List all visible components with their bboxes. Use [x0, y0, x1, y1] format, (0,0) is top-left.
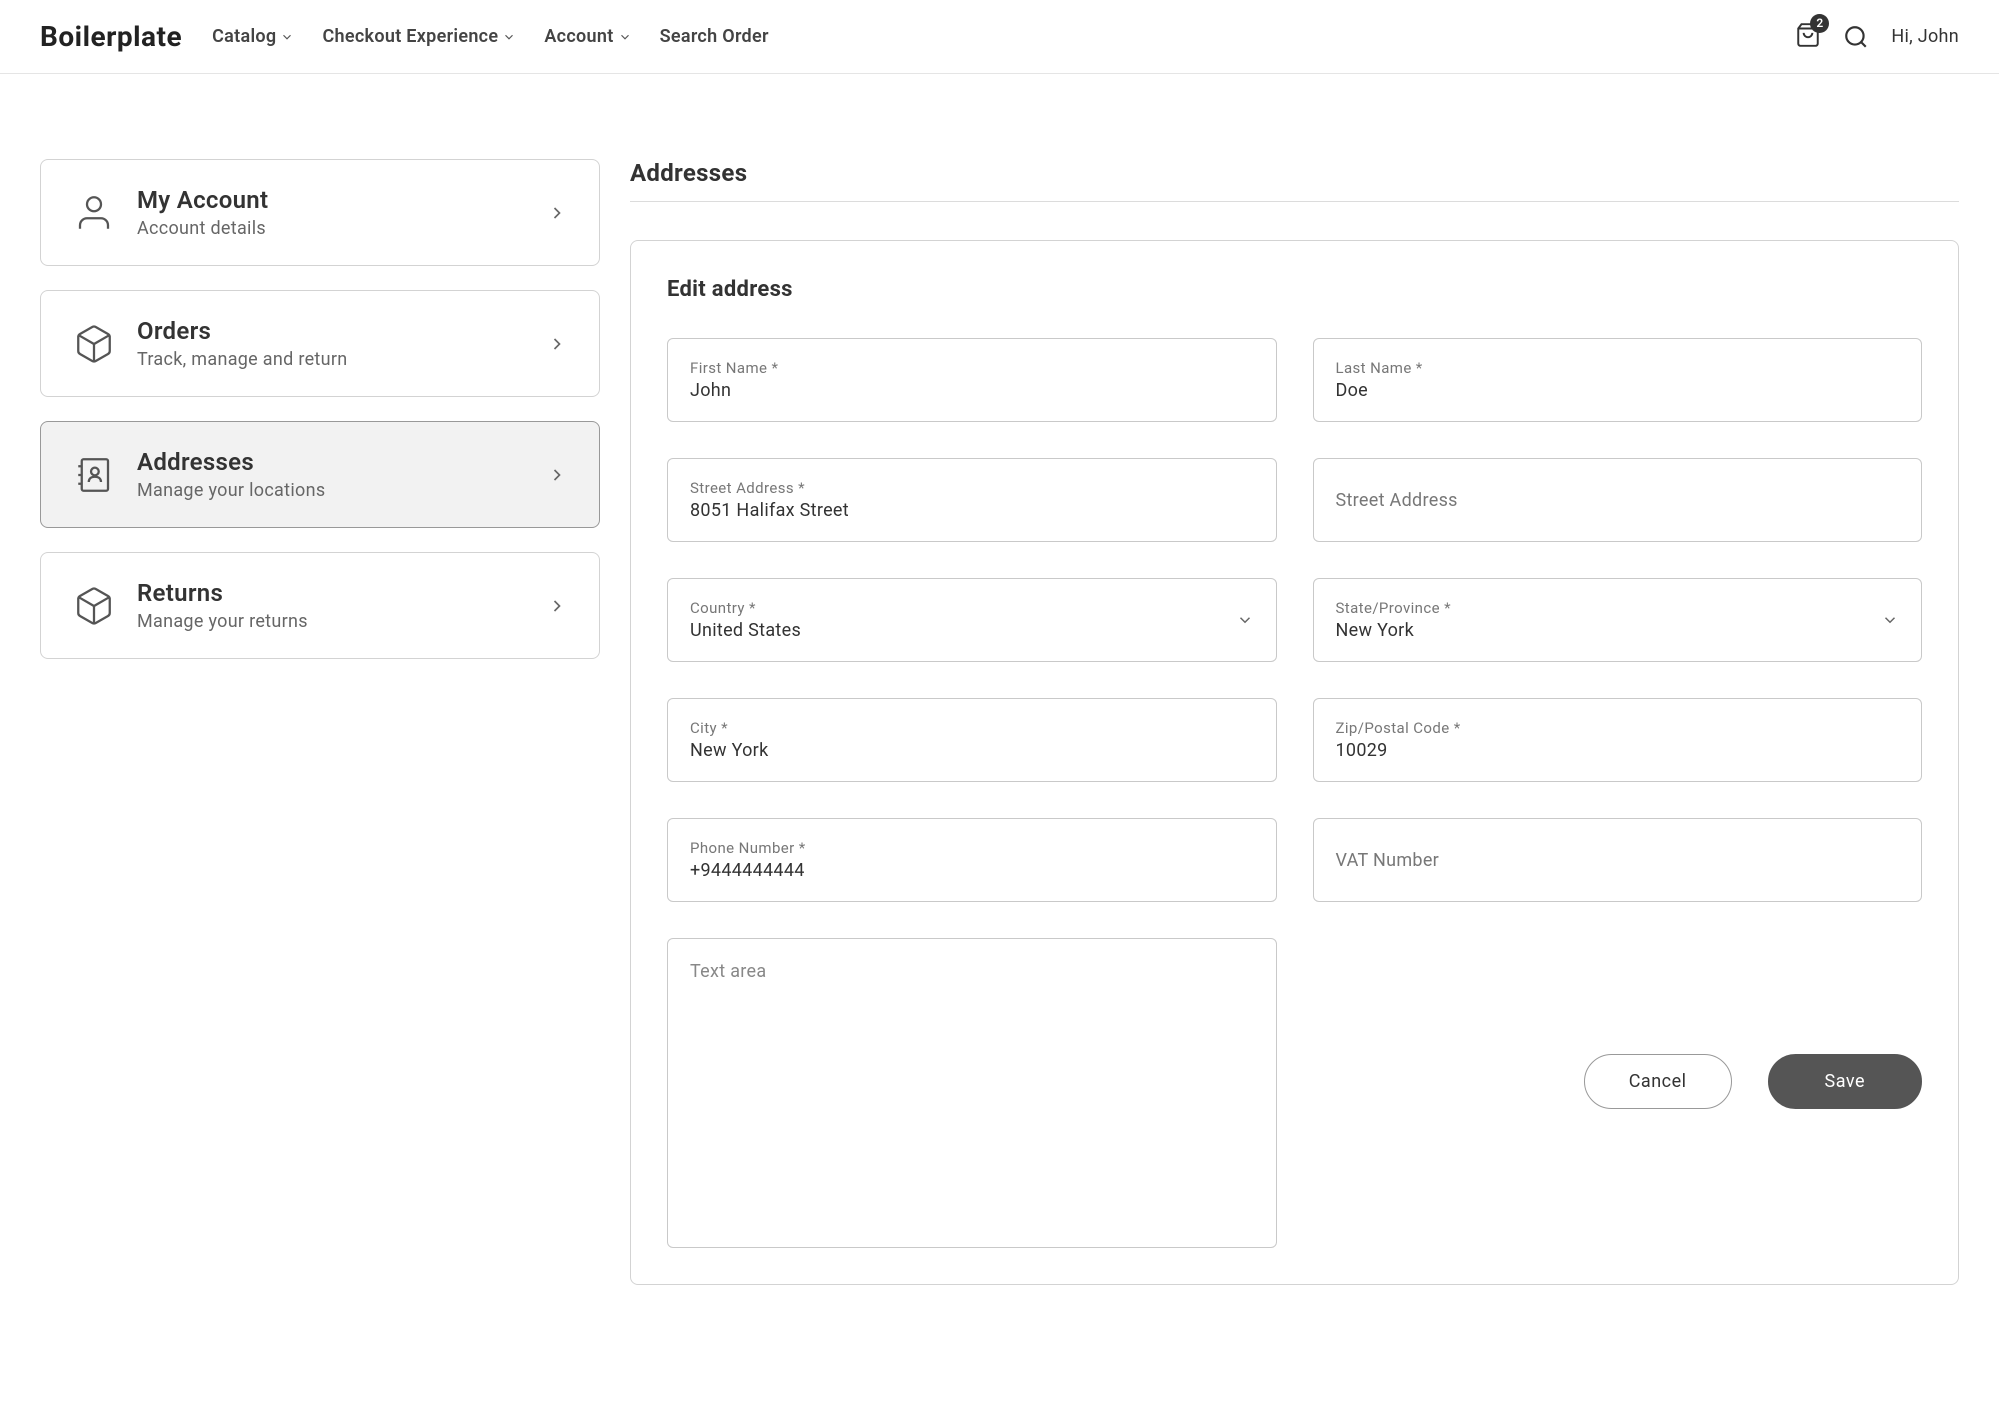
user-icon — [73, 192, 115, 234]
chevron-down-icon — [1881, 611, 1899, 629]
header: Boilerplate Catalog Checkout Experience … — [0, 0, 1999, 74]
page-title: Addresses — [630, 159, 1959, 202]
vat-placeholder: VAT Number — [1336, 850, 1900, 871]
chevron-down-icon — [618, 30, 632, 44]
zip-input[interactable] — [1336, 740, 1900, 761]
sidebar-text: Returns Manage your returns — [137, 579, 525, 632]
country-select[interactable]: Country * United States — [667, 578, 1277, 662]
phone-label: Phone Number * — [690, 839, 1254, 857]
sidebar-item-orders[interactable]: Orders Track, manage and return — [40, 290, 600, 397]
nav-catalog[interactable]: Catalog — [212, 26, 294, 47]
first-name-field[interactable]: First Name * — [667, 338, 1277, 422]
sidebar-item-title: My Account — [137, 186, 525, 214]
cart-badge: 2 — [1810, 14, 1829, 33]
sidebar-text: Orders Track, manage and return — [137, 317, 525, 370]
box-icon — [73, 323, 115, 365]
sidebar-item-addresses[interactable]: Addresses Manage your locations — [40, 421, 600, 528]
nav-account[interactable]: Account — [544, 26, 631, 47]
street-address-1-label: Street Address * — [690, 479, 1254, 497]
nav-checkout-experience[interactable]: Checkout Experience — [322, 26, 516, 47]
state-value: New York — [1336, 620, 1882, 641]
search-icon[interactable] — [1843, 24, 1869, 50]
nav-checkout-label: Checkout Experience — [322, 26, 498, 47]
vat-field[interactable]: VAT Number — [1313, 818, 1923, 902]
sidebar-item-title: Orders — [137, 317, 525, 345]
box-icon — [73, 585, 115, 627]
sidebar-item-subtitle: Account details — [137, 218, 525, 239]
main-nav: Catalog Checkout Experience Account Sear… — [212, 26, 1795, 47]
street-address-1-input[interactable] — [690, 500, 1254, 521]
sidebar-item-title: Returns — [137, 579, 525, 607]
last-name-field[interactable]: Last Name * — [1313, 338, 1923, 422]
sidebar-item-subtitle: Manage your returns — [137, 611, 525, 632]
sidebar: My Account Account details Orders Track,… — [40, 159, 600, 1285]
nav-search-order[interactable]: Search Order — [660, 26, 769, 47]
sidebar-item-title: Addresses — [137, 448, 525, 476]
notes-textarea[interactable] — [667, 938, 1277, 1248]
sidebar-item-subtitle: Manage your locations — [137, 480, 525, 501]
sidebar-item-my-account[interactable]: My Account Account details — [40, 159, 600, 266]
main: Addresses Edit address First Name * Last… — [630, 159, 1959, 1285]
address-book-icon — [73, 454, 115, 496]
street-address-1-field[interactable]: Street Address * — [667, 458, 1277, 542]
phone-field[interactable]: Phone Number * — [667, 818, 1277, 902]
logo[interactable]: Boilerplate — [40, 20, 182, 53]
header-right: 2 Hi, John — [1795, 22, 1959, 52]
sidebar-item-subtitle: Track, manage and return — [137, 349, 525, 370]
state-label: State/Province * — [1336, 599, 1882, 617]
chevron-right-icon — [547, 596, 567, 616]
city-field[interactable]: City * — [667, 698, 1277, 782]
cart-button[interactable]: 2 — [1795, 22, 1821, 52]
container: My Account Account details Orders Track,… — [0, 74, 1999, 1325]
cancel-button[interactable]: Cancel — [1584, 1054, 1732, 1109]
chevron-right-icon — [547, 465, 567, 485]
form-buttons: Cancel Save — [1313, 938, 1923, 1248]
nav-account-label: Account — [544, 26, 613, 47]
user-greeting[interactable]: Hi, John — [1891, 26, 1959, 47]
state-select[interactable]: State/Province * New York — [1313, 578, 1923, 662]
street-address-2-placeholder: Street Address — [1336, 490, 1900, 511]
phone-input[interactable] — [690, 860, 1254, 881]
city-label: City * — [690, 719, 1254, 737]
card-title: Edit address — [667, 277, 1922, 302]
chevron-right-icon — [547, 334, 567, 354]
first-name-label: First Name * — [690, 359, 1254, 377]
country-label: Country * — [690, 599, 1236, 617]
first-name-input[interactable] — [690, 380, 1254, 401]
sidebar-item-returns[interactable]: Returns Manage your returns — [40, 552, 600, 659]
country-value: United States — [690, 620, 1236, 641]
chevron-down-icon — [280, 30, 294, 44]
last-name-input[interactable] — [1336, 380, 1900, 401]
sidebar-text: Addresses Manage your locations — [137, 448, 525, 501]
chevron-down-icon — [502, 30, 516, 44]
save-button[interactable]: Save — [1768, 1054, 1923, 1109]
form-grid: First Name * Last Name * Street Address … — [667, 338, 1922, 1248]
last-name-label: Last Name * — [1336, 359, 1900, 377]
nav-catalog-label: Catalog — [212, 26, 276, 47]
edit-address-card: Edit address First Name * Last Name * St… — [630, 240, 1959, 1285]
zip-label: Zip/Postal Code * — [1336, 719, 1900, 737]
sidebar-text: My Account Account details — [137, 186, 525, 239]
chevron-right-icon — [547, 203, 567, 223]
city-input[interactable] — [690, 740, 1254, 761]
nav-search-order-label: Search Order — [660, 26, 769, 47]
zip-field[interactable]: Zip/Postal Code * — [1313, 698, 1923, 782]
street-address-2-field[interactable]: Street Address — [1313, 458, 1923, 542]
chevron-down-icon — [1236, 611, 1254, 629]
